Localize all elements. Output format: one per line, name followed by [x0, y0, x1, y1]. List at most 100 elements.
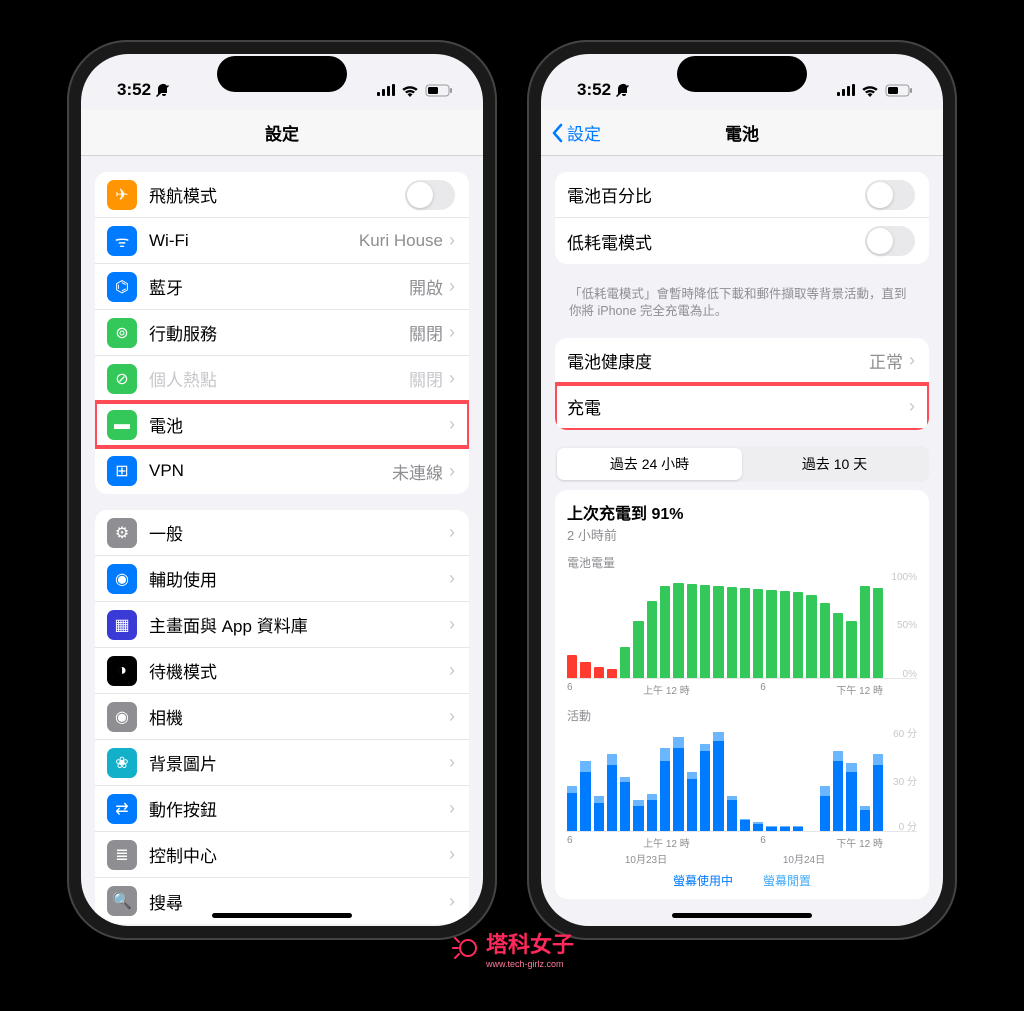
back-button[interactable]: 設定 [551, 110, 601, 155]
chevron-right-icon: › [449, 368, 455, 389]
settings-row[interactable]: 低耗電模式 [555, 218, 929, 264]
row-value: Kuri House [359, 231, 443, 251]
chart-bar [820, 603, 830, 678]
toggle[interactable] [865, 226, 915, 256]
chart-bar [833, 613, 843, 677]
row-label: 行動服務 [149, 320, 409, 345]
settings-row[interactable]: ≣ 控制中心› [95, 832, 469, 878]
settings-row[interactable]: ⚙ 一般› [95, 510, 469, 556]
chart-bar [873, 588, 883, 677]
row-label: 相機 [149, 704, 449, 729]
settings-row[interactable]: 電池百分比 [555, 172, 929, 218]
camera-icon: ◉ [107, 702, 137, 732]
settings-row[interactable]: ⊞VPN未連線› [95, 448, 469, 494]
airplane-icon: ✈ [107, 180, 137, 210]
row-value: 未連線 [392, 459, 443, 484]
control-icon: ≣ [107, 840, 137, 870]
settings-row[interactable]: ⊚行動服務關閉› [95, 310, 469, 356]
chevron-right-icon: › [449, 568, 455, 589]
settings-row[interactable]: ᯤWi-FiKuri House› [95, 218, 469, 264]
chart-bar [700, 585, 710, 678]
cellular-signal-icon [377, 84, 395, 96]
ytick: 0% [903, 669, 917, 680]
settings-row[interactable]: ▬電池› [95, 402, 469, 448]
row-label: 電池健康度 [567, 348, 869, 373]
chart-bar [567, 655, 577, 678]
chevron-right-icon: › [449, 276, 455, 297]
seg-10d[interactable]: 過去 10 天 [742, 448, 927, 480]
chart-bar [780, 591, 790, 677]
search-icon: 🔍 [107, 886, 137, 916]
nav-header: 設定 [81, 110, 483, 156]
last-charge-title: 上次充電到 91% [567, 500, 917, 524]
settings-row[interactable]: ⌬藍牙開啟› [95, 264, 469, 310]
chart-bar [633, 621, 643, 678]
settings-row[interactable]: ✈飛航模式 [95, 172, 469, 218]
chart-bar [727, 587, 737, 677]
ytick: 100% [891, 572, 917, 583]
settings-row[interactable]: 充電› [555, 384, 929, 430]
back-label: 設定 [567, 120, 601, 145]
chart-bar [607, 754, 617, 830]
chart1-title: 電池電量 [567, 554, 917, 571]
chart-bar [713, 586, 723, 678]
chart-bar [633, 800, 643, 831]
settings-row[interactable]: ◉輔助使用› [95, 556, 469, 602]
dynamic-island [217, 56, 347, 92]
chart-bar [727, 796, 737, 831]
gear-icon: ⚙ [107, 518, 137, 548]
chevron-right-icon: › [449, 522, 455, 543]
chart-bar [660, 586, 670, 678]
nav-header: 設定 電池 [541, 110, 943, 156]
chart-bar [647, 794, 657, 830]
chart-bar [873, 754, 883, 830]
chart-bar [580, 761, 590, 830]
battery-icon: ▬ [107, 410, 137, 440]
chevron-right-icon: › [449, 414, 455, 435]
action-icon: ⇄ [107, 794, 137, 824]
row-label: VPN [149, 461, 392, 481]
dynamic-island [677, 56, 807, 92]
chevron-right-icon: › [909, 350, 915, 371]
row-label: 輔助使用 [149, 566, 449, 591]
cellular-signal-icon [837, 84, 855, 96]
settings-row[interactable]: ❀背景圖片› [95, 740, 469, 786]
ytick: 0 分 [899, 818, 917, 833]
battery-content[interactable]: 電池百分比低耗電模式 「低耗電模式」會暫時降低下載和郵件擷取等背景活動，直到你將… [541, 156, 943, 926]
row-label: 藍牙 [149, 274, 409, 299]
row-label: 一般 [149, 520, 449, 545]
row-label: 充電 [567, 394, 909, 419]
settings-row[interactable]: ◑待機模式› [95, 648, 469, 694]
home-indicator[interactable] [672, 913, 812, 918]
wifi-icon [401, 84, 419, 97]
seg-24h[interactable]: 過去 24 小時 [557, 448, 742, 480]
row-label: 待機模式 [149, 658, 449, 683]
chart-bar [820, 786, 830, 831]
chart-bar [687, 584, 697, 678]
ytick: 60 分 [893, 725, 917, 740]
row-label: 電池百分比 [567, 182, 865, 207]
settings-row[interactable]: ◉相機› [95, 694, 469, 740]
chart-bar [580, 662, 590, 678]
row-label: 控制中心 [149, 842, 449, 867]
xaxis: 6上午 12 時6下午 12 時 [567, 682, 917, 697]
chart-bar [766, 826, 776, 831]
home-indicator[interactable] [212, 913, 352, 918]
settings-row[interactable]: 電池健康度正常› [555, 338, 929, 384]
toggle[interactable] [405, 180, 455, 210]
chart-bar [700, 744, 710, 831]
time-range-segment[interactable]: 過去 24 小時 過去 10 天 [555, 446, 929, 482]
chart-bar [673, 583, 683, 678]
toggle[interactable] [865, 180, 915, 210]
settings-row[interactable]: ▦主畫面與 App 資料庫› [95, 602, 469, 648]
watermark: 塔科女子 www.tech-girlz.com [450, 927, 574, 969]
settings-row[interactable]: ⇄動作按鈕› [95, 786, 469, 832]
row-label: 搜尋 [149, 889, 449, 914]
chart-bar [806, 595, 816, 678]
row-label: Wi-Fi [149, 231, 359, 251]
settings-list[interactable]: ✈飛航模式ᯤWi-FiKuri House›⌬藍牙開啟›⊚行動服務關閉›⊘個人熱… [81, 156, 483, 926]
chevron-right-icon: › [449, 844, 455, 865]
row-value: 開啟 [409, 274, 443, 299]
chart-bar [660, 748, 670, 831]
settings-row[interactable]: ⊘個人熱點關閉› [95, 356, 469, 402]
